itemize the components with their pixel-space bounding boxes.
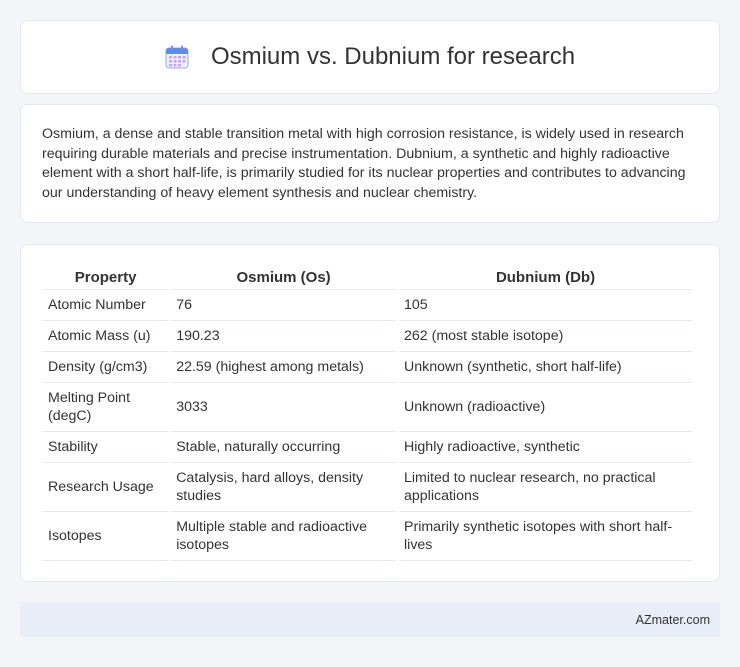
page-title: Osmium vs. Dubnium for research xyxy=(210,43,576,70)
osmium-cell: 76 xyxy=(171,290,397,321)
footer-brand: AZmater.com xyxy=(635,612,710,627)
table-row: Stability Stable, naturally occurring Hi… xyxy=(43,432,692,463)
property-cell: Research Usage xyxy=(43,463,169,512)
table-row: Research Usage Catalysis, hard alloys, d… xyxy=(43,463,692,512)
property-cell: Density (g/cm3) xyxy=(43,352,169,383)
table-row: Atomic Mass (u) 190.23 262 (most stable … xyxy=(43,321,692,352)
dubnium-cell: Unknown (synthetic, short half-life) xyxy=(399,352,692,383)
header-dubnium: Dubnium (Db) xyxy=(399,265,692,290)
intro-paragraph: Osmium, a dense and stable transition me… xyxy=(42,126,686,201)
property-cell: Atomic Mass (u) xyxy=(43,321,169,352)
header-card: Osmium vs. Dubnium for research xyxy=(20,20,720,94)
dubnium-cell: 262 (most stable isotope) xyxy=(399,321,692,352)
osmium-cell: Catalysis, hard alloys, density studies xyxy=(171,463,397,512)
intro-card: Osmium, a dense and stable transition me… xyxy=(20,104,720,223)
dubnium-cell: 105 xyxy=(399,290,692,321)
table-header-row: Property Osmium (Os) Dubnium (Db) xyxy=(43,265,692,290)
dubnium-cell: Primarily synthetic isotopes with short … xyxy=(399,512,692,561)
property-cell: Atomic Number xyxy=(43,290,169,321)
property-cell: Stability xyxy=(43,432,169,463)
dubnium-cell: Highly radioactive, synthetic xyxy=(399,432,692,463)
header-property: Property xyxy=(43,265,169,290)
osmium-cell: 3033 xyxy=(171,383,397,432)
dubnium-cell: Limited to nuclear research, no practica… xyxy=(399,463,692,512)
osmium-cell: 190.23 xyxy=(171,321,397,352)
osmium-cell: Stable, naturally occurring xyxy=(171,432,397,463)
footer: AZmater.com xyxy=(20,602,720,637)
dubnium-cell: Unknown (radioactive) xyxy=(399,383,692,432)
table-row: Density (g/cm3) 22.59 (highest among met… xyxy=(43,352,692,383)
property-cell: Melting Point (degC) xyxy=(43,383,169,432)
table-row: Melting Point (degC) 3033 Unknown (radio… xyxy=(43,383,692,432)
table-row: Atomic Number 76 105 xyxy=(43,290,692,321)
header-osmium: Osmium (Os) xyxy=(171,265,397,290)
osmium-cell: Multiple stable and radioactive isotopes xyxy=(171,512,397,561)
osmium-cell: 22.59 (highest among metals) xyxy=(171,352,397,383)
comparison-table: Property Osmium (Os) Dubnium (Db) Atomic… xyxy=(40,265,695,561)
calendar-icon xyxy=(165,45,189,69)
table-row: Isotopes Multiple stable and radioactive… xyxy=(43,512,692,561)
property-cell: Isotopes xyxy=(43,512,169,561)
comparison-card: Property Osmium (Os) Dubnium (Db) Atomic… xyxy=(20,244,720,582)
